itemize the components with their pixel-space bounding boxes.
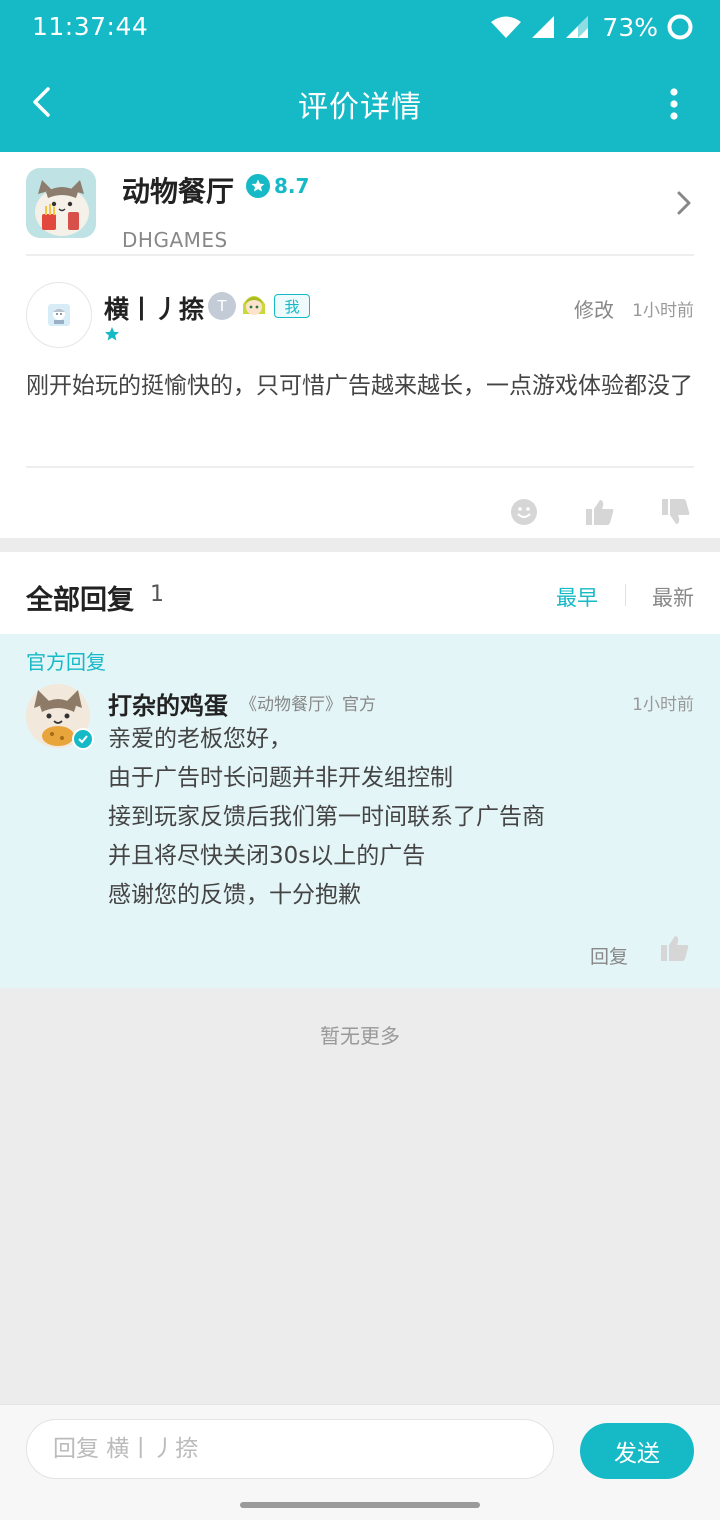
avatar-image-icon <box>48 304 70 326</box>
send-button[interactable]: 发送 <box>580 1423 694 1479</box>
rating-value: 8.7 <box>274 174 310 198</box>
divider <box>26 466 694 468</box>
cat-chef-icon <box>26 168 96 238</box>
more-vertical-icon <box>670 88 678 120</box>
battery-percent: 73% <box>602 12 658 42</box>
reply-line: 亲爱的老板您好， <box>108 726 292 752</box>
reply-like-button[interactable] <box>660 934 690 966</box>
game-icon <box>26 168 96 238</box>
home-indicator[interactable] <box>240 1502 480 1508</box>
review-text: 刚开始玩的挺愉快的，只可惜广告越来越长，一点游戏体验都没了 <box>26 373 693 399</box>
wifi-icon <box>491 16 522 38</box>
thumbs-up-icon <box>661 936 689 961</box>
me-tag: 我 <box>274 294 310 318</box>
official-reply-label: 官方回复 <box>26 650 106 674</box>
divider <box>26 254 694 256</box>
chevron-right-icon <box>677 191 691 215</box>
emoji-button[interactable] <box>504 492 544 532</box>
signal-icon-2 <box>566 16 589 38</box>
level-badge: T <box>208 292 236 320</box>
reply-input-bar: 发送 <box>0 1404 720 1494</box>
sort-divider <box>625 584 626 606</box>
official-name[interactable]: 打杂的鸡蛋 <box>108 686 228 721</box>
game-rating: 8.7 <box>246 174 309 198</box>
sort-earliest-button[interactable]: 最早 <box>556 582 598 612</box>
thumbs-up-icon <box>586 500 614 525</box>
status-time: 11:37:44 <box>32 12 149 41</box>
signal-icon <box>532 16 555 38</box>
more-options-button[interactable] <box>654 80 694 128</box>
reply-button[interactable]: 回复 <box>590 942 628 969</box>
user-avatar[interactable] <box>26 282 92 348</box>
dislike-button[interactable] <box>656 492 696 532</box>
status-bar: 11:37:44 73% <box>0 0 720 54</box>
app-bar: 评价详情 <box>0 54 720 152</box>
reply-line: 感谢您的反馈，十分抱歉 <box>108 882 361 908</box>
official-reply-text: 亲爱的老板您好， 由于广告时长问题并非开发组控制 接到玩家反馈后我们第一时间联系… <box>108 720 698 915</box>
review-actions <box>0 492 720 536</box>
smiley-icon <box>511 499 537 525</box>
edit-button[interactable]: 修改 <box>574 294 614 323</box>
star-icon <box>246 174 270 198</box>
user-name[interactable]: 横丨丿捺 <box>104 290 204 326</box>
reply-line: 由于广告时长问题并非开发组控制 <box>108 765 453 791</box>
all-replies-title: 全部回复 <box>26 585 134 616</box>
review-panel: 动物餐厅 8.7 DHGAMES 横丨丿捺 T 我 修改 1小时前 刚开始玩的挺… <box>0 152 720 538</box>
status-icons: 73% <box>490 10 694 44</box>
developer-name: DHGAMES <box>122 228 228 252</box>
no-more-text: 暂无更多 <box>320 1024 400 1048</box>
official-reply-time: 1小时前 <box>632 695 694 715</box>
thumbs-down-icon <box>662 499 690 524</box>
verified-badge-icon <box>72 728 94 750</box>
review-time: 1小时前 <box>632 301 694 321</box>
game-info-row[interactable]: 动物餐厅 8.7 DHGAMES <box>26 168 694 256</box>
game-name: 动物餐厅 <box>122 175 235 208</box>
sort-newest-button[interactable]: 最新 <box>652 582 694 612</box>
page-title: 评价详情 <box>298 90 422 125</box>
replies-header: 全部回复 1 最早 最新 <box>0 552 720 634</box>
battery-icon <box>667 14 693 40</box>
reply-count: 1 <box>150 582 164 607</box>
official-game-tag: 《动物餐厅》官方 <box>240 695 376 715</box>
character-badge-icon <box>243 296 265 315</box>
reply-line: 并且将尽快关闭30s以上的广告 <box>108 843 426 869</box>
star-rating-icon <box>105 327 119 341</box>
reply-input[interactable] <box>26 1419 554 1479</box>
official-reply: 官方回复 打杂的鸡蛋 《动物餐厅》官方 1小时前 亲爱的老板您好， 由于广告时长… <box>0 634 720 988</box>
like-button[interactable] <box>580 492 620 532</box>
reply-line: 接到玩家反馈后我们第一时间联系了广告商 <box>108 804 545 830</box>
